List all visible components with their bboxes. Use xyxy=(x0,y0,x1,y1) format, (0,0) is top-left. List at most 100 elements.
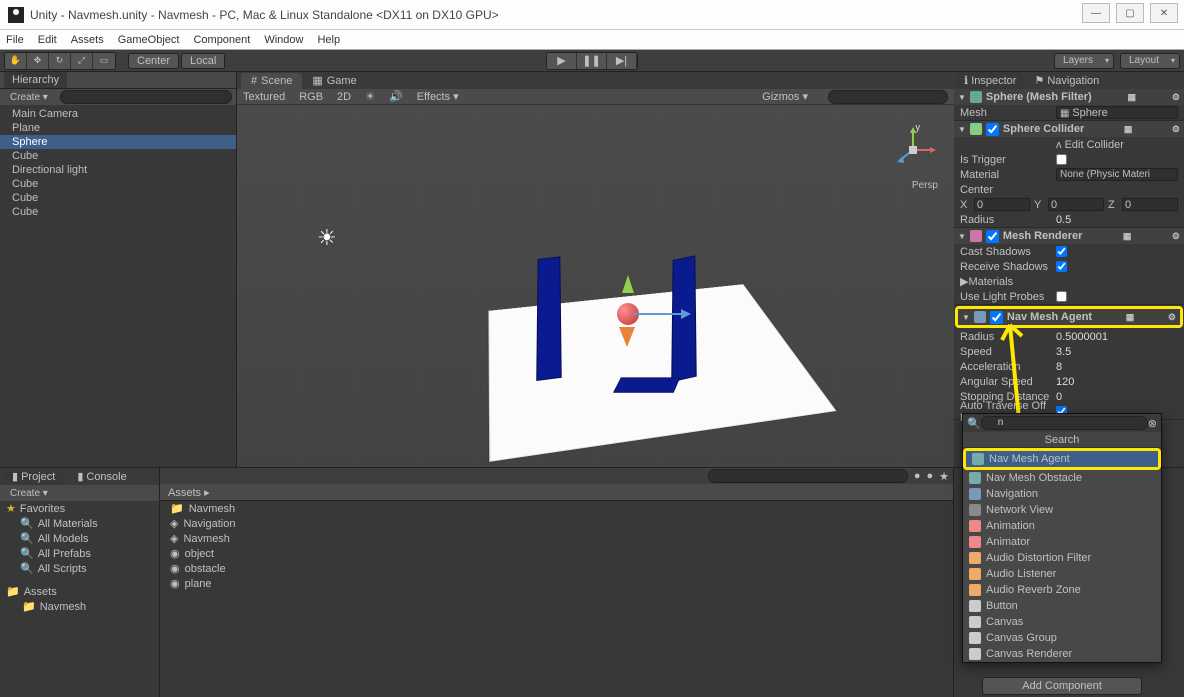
agent-enabled-checkbox[interactable] xyxy=(990,311,1003,324)
gear-icon[interactable]: ⚙ xyxy=(1172,92,1180,103)
hierarchy-search-input[interactable] xyxy=(60,90,232,104)
toggle-2d-button[interactable]: 2D xyxy=(337,91,351,103)
mesh-field[interactable]: ▦ Sphere xyxy=(1056,106,1178,119)
inspector-tab[interactable]: ℹInspector xyxy=(956,72,1024,89)
menu-edit[interactable]: Edit xyxy=(38,34,57,46)
hierarchy-item[interactable]: Plane xyxy=(0,121,236,135)
renderer-enabled-checkbox[interactable] xyxy=(986,230,999,243)
favorites-header[interactable]: ★ Favorites xyxy=(0,501,159,516)
gear-icon[interactable]: ⚙ xyxy=(1168,312,1176,323)
hand-tool-button[interactable]: ✋ xyxy=(5,53,27,69)
center-z-field[interactable]: 0 xyxy=(1122,198,1178,211)
asset-item[interactable]: ◉obstacle xyxy=(160,561,953,576)
move-tool-button[interactable]: ✥ xyxy=(27,53,49,69)
component-option[interactable]: Canvas Renderer xyxy=(963,646,1161,662)
agent-accel-field[interactable]: 8 xyxy=(1056,361,1178,373)
add-component-button[interactable]: Add Component xyxy=(982,677,1142,695)
window-maximize-button[interactable]: ▢ xyxy=(1116,3,1144,23)
effects-dropdown[interactable]: Effects ▾ xyxy=(417,90,459,103)
layout-dropdown[interactable]: Layout xyxy=(1120,53,1180,69)
component-option[interactable]: Audio Distortion Filter xyxy=(963,550,1161,566)
is-trigger-checkbox[interactable] xyxy=(1056,154,1067,165)
component-option[interactable]: Audio Reverb Zone xyxy=(963,582,1161,598)
component-option[interactable]: Nav Mesh Agent xyxy=(966,451,1158,467)
menu-file[interactable]: File xyxy=(6,34,24,46)
window-minimize-button[interactable]: — xyxy=(1082,3,1110,23)
favorite-search[interactable]: 🔍 All Scripts xyxy=(0,561,159,576)
edit-collider-button[interactable]: ʌ Edit Collider xyxy=(1056,139,1124,151)
project-tab[interactable]: ▮Project xyxy=(4,468,63,485)
menu-gameobject[interactable]: GameObject xyxy=(118,34,180,46)
component-option[interactable]: Button xyxy=(963,598,1161,614)
hierarchy-item-selected[interactable]: Sphere xyxy=(0,135,236,149)
audio-toggle-icon[interactable]: 🔊 xyxy=(389,90,403,103)
filter-icon[interactable]: ● xyxy=(914,470,921,482)
project-create-button[interactable]: Create ▾ xyxy=(4,487,54,500)
component-search-input[interactable]: n xyxy=(981,416,1148,430)
center-x-field[interactable]: 0 xyxy=(974,198,1030,211)
collider-enabled-checkbox[interactable] xyxy=(986,123,999,136)
help-icon[interactable]: ▦ xyxy=(1126,312,1135,323)
light-probes-checkbox[interactable] xyxy=(1056,291,1067,302)
asset-item[interactable]: ◉object xyxy=(160,546,953,561)
hierarchy-item[interactable]: Main Camera xyxy=(0,107,236,121)
assets-search-input[interactable] xyxy=(708,469,908,483)
radius-field[interactable]: 0.5 xyxy=(1056,214,1178,226)
component-option[interactable]: Canvas Group xyxy=(963,630,1161,646)
scale-tool-button[interactable]: ⤢ xyxy=(71,53,93,69)
help-icon[interactable]: ▦ xyxy=(1128,92,1137,103)
gizmo-y-axis-icon[interactable] xyxy=(622,275,634,293)
agent-stopping-field[interactable]: 0 xyxy=(1056,391,1178,403)
star-icon[interactable]: ★ xyxy=(939,470,949,483)
navigation-tab[interactable]: ⚑Navigation xyxy=(1026,72,1107,89)
component-option[interactable]: Nav Mesh Obstacle xyxy=(963,470,1161,486)
component-option[interactable]: Audio Listener xyxy=(963,566,1161,582)
pause-button[interactable]: ❚❚ xyxy=(577,53,607,69)
menu-component[interactable]: Component xyxy=(193,34,250,46)
hierarchy-item[interactable]: Directional light xyxy=(0,163,236,177)
filter-icon[interactable]: ● xyxy=(926,470,933,482)
asset-item[interactable]: 📁Navmesh xyxy=(160,501,953,516)
gear-icon[interactable]: ⚙ xyxy=(1172,124,1180,135)
agent-angular-field[interactable]: 120 xyxy=(1056,376,1178,388)
foldout-icon[interactable]: ▶ xyxy=(960,275,968,288)
console-tab[interactable]: ▮Console xyxy=(69,468,134,485)
asset-item[interactable]: ◉plane xyxy=(160,576,953,591)
component-option[interactable]: Animator xyxy=(963,534,1161,550)
rotate-tool-button[interactable]: ↻ xyxy=(49,53,71,69)
step-button[interactable]: ▶| xyxy=(607,53,637,69)
menu-window[interactable]: Window xyxy=(264,34,303,46)
draw-mode-dropdown[interactable]: Textured xyxy=(243,91,285,103)
assets-folder[interactable]: 📁 Assets xyxy=(0,584,159,599)
physic-material-field[interactable]: None (Physic Materi xyxy=(1056,168,1178,181)
foldout-icon[interactable]: ▼ xyxy=(958,232,966,241)
menu-assets[interactable]: Assets xyxy=(71,34,104,46)
favorite-search[interactable]: 🔍 All Models xyxy=(0,531,159,546)
scene-tab[interactable]: #Scene xyxy=(241,73,302,89)
hierarchy-item[interactable]: Cube xyxy=(0,177,236,191)
light-toggle-icon[interactable]: ☀ xyxy=(365,90,375,103)
window-close-button[interactable]: ✕ xyxy=(1150,3,1178,23)
scene-search-input[interactable] xyxy=(828,90,948,104)
assets-breadcrumb[interactable]: Assets ▸ xyxy=(160,484,953,501)
foldout-icon[interactable]: ▼ xyxy=(962,313,970,322)
scene-viewport[interactable]: ☀ y Persp xyxy=(237,105,954,467)
favorite-search[interactable]: 🔍 All Materials xyxy=(0,516,159,531)
cast-shadows-checkbox[interactable] xyxy=(1056,246,1067,257)
gizmo-x-axis-icon[interactable] xyxy=(633,313,683,315)
foldout-icon[interactable]: ▼ xyxy=(958,93,966,102)
orientation-gizmo-icon[interactable]: y xyxy=(888,125,938,175)
gear-icon[interactable]: ⚙ xyxy=(1172,231,1180,242)
component-option[interactable]: Canvas xyxy=(963,614,1161,630)
foldout-icon[interactable]: ▼ xyxy=(958,125,966,134)
gizmos-dropdown[interactable]: Gizmos ▾ xyxy=(762,90,808,103)
rect-tool-button[interactable]: ▭ xyxy=(93,53,115,69)
asset-item[interactable]: ◈Navigation xyxy=(160,516,953,531)
clear-icon[interactable]: ⊗ xyxy=(1148,417,1157,430)
favorite-search[interactable]: 🔍 All Prefabs xyxy=(0,546,159,561)
help-icon[interactable]: ▦ xyxy=(1123,231,1132,242)
play-button[interactable]: ▶ xyxy=(547,53,577,69)
center-y-field[interactable]: 0 xyxy=(1048,198,1104,211)
agent-radius-field[interactable]: 0.5000001 xyxy=(1056,331,1178,343)
assets-subfolder[interactable]: 📁 Navmesh xyxy=(0,599,159,614)
